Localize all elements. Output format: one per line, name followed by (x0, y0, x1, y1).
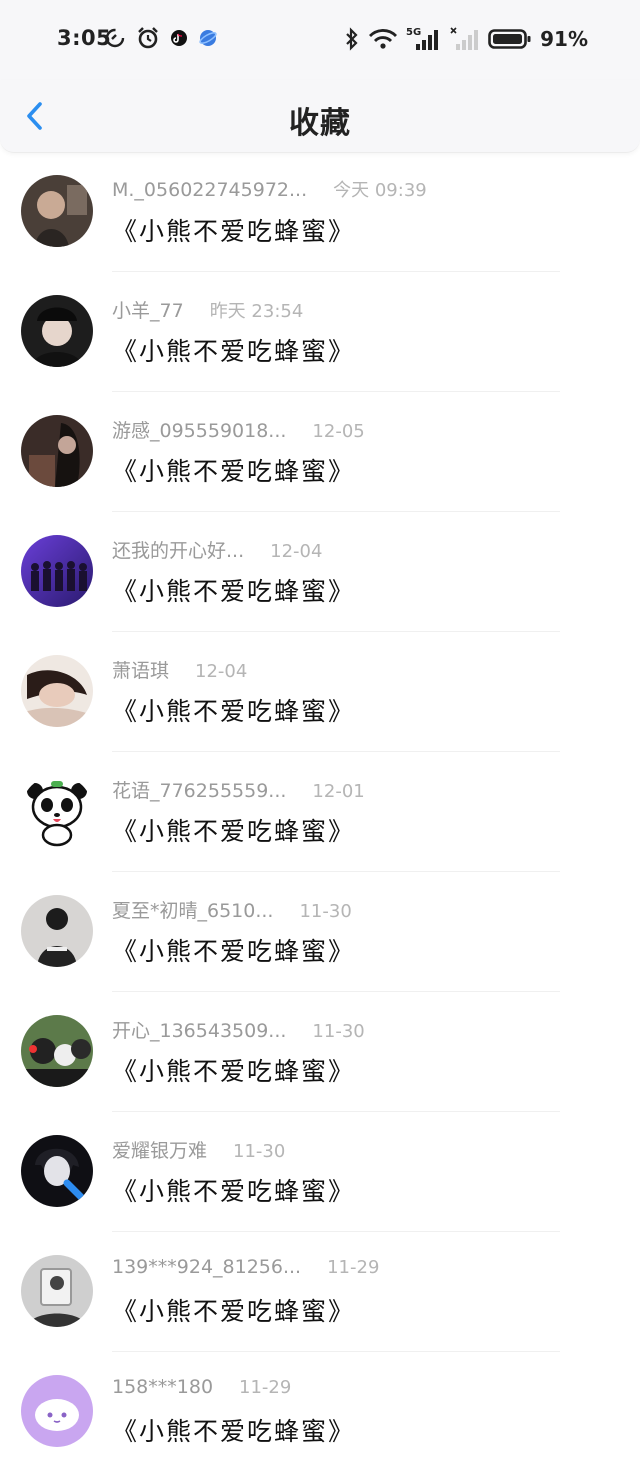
favorite-title[interactable]: 《小熊不爱吃蜂蜜》 (112, 1052, 355, 1088)
username[interactable]: 139***924_81256... (112, 1256, 301, 1278)
data-saver-icon (105, 28, 125, 48)
item-meta: 花语_776255559... 12-01 (112, 776, 365, 803)
signal-sim2-icon (450, 27, 479, 50)
username[interactable]: 还我的开心好... (112, 536, 244, 563)
status-icons-left (104, 26, 218, 50)
favorites-list: M._056022745972... 今天 09:39 《小熊不爱吃蜂蜜》 小羊… (0, 152, 640, 1472)
avatar[interactable] (21, 535, 93, 607)
avatar[interactable] (21, 1015, 93, 1087)
favorite-item[interactable]: 还我的开心好... 12-04 《小熊不爱吃蜂蜜》 (0, 512, 640, 632)
favorite-title[interactable]: 《小熊不爱吃蜂蜜》 (112, 572, 355, 608)
avatar[interactable] (21, 1135, 93, 1207)
status-icons-right: 5G 91% (344, 26, 588, 52)
timestamp: 11-30 (299, 901, 352, 922)
favorite-title[interactable]: 《小熊不爱吃蜂蜜》 (112, 452, 355, 488)
favorite-item[interactable]: 爱耀银万难 11-30 《小熊不爱吃蜂蜜》 (0, 1112, 640, 1232)
nav-header: 收藏 (0, 80, 640, 153)
favorite-title[interactable]: 《小熊不爱吃蜂蜜》 (112, 932, 355, 968)
favorite-title[interactable]: 《小熊不爱吃蜂蜜》 (112, 332, 355, 368)
avatar[interactable] (21, 895, 93, 967)
username[interactable]: 游感_095559018... (112, 416, 286, 443)
signal-5g-icon: 5G (406, 27, 439, 50)
item-meta: 还我的开心好... 12-04 (112, 536, 322, 563)
favorite-title[interactable]: 《小熊不爱吃蜂蜜》 (112, 1172, 355, 1208)
username[interactable]: 开心_136543509... (112, 1016, 286, 1043)
item-meta: 萧语琪 12-04 (112, 656, 247, 683)
username[interactable]: M._056022745972... (112, 179, 307, 201)
timestamp: 11-30 (233, 1141, 286, 1162)
username[interactable]: 萧语琪 (112, 656, 169, 683)
item-meta: 158***180 11-29 (112, 1376, 291, 1398)
timestamp: 昨天 23:54 (209, 301, 304, 322)
avatar[interactable] (21, 175, 93, 247)
favorite-item[interactable]: 游感_095559018... 12-05 《小熊不爱吃蜂蜜》 (0, 392, 640, 512)
item-meta: 游感_095559018... 12-05 (112, 416, 365, 443)
timestamp: 12-04 (195, 661, 248, 682)
wifi-icon (369, 29, 398, 49)
item-meta: 开心_136543509... 11-30 (112, 1016, 365, 1043)
network-label: 5G (406, 27, 421, 38)
bluetooth-icon (346, 27, 358, 51)
favorite-title[interactable]: 《小熊不爱吃蜂蜜》 (112, 812, 355, 848)
item-meta: M._056022745972... 今天 09:39 (112, 176, 427, 202)
favorite-title[interactable]: 《小熊不爱吃蜂蜜》 (112, 1292, 355, 1328)
status-bar: 3:05 5G 91% (0, 0, 640, 80)
username[interactable]: 小羊_77 (112, 296, 184, 323)
timestamp: 12-05 (312, 421, 365, 442)
timestamp: 11-29 (239, 1377, 292, 1398)
item-meta: 139***924_81256... 11-29 (112, 1256, 379, 1278)
username[interactable]: 花语_776255559... (112, 776, 286, 803)
timestamp: 11-29 (327, 1257, 380, 1278)
favorite-item[interactable]: 萧语琪 12-04 《小熊不爱吃蜂蜜》 (0, 632, 640, 752)
page-title: 收藏 (289, 106, 351, 141)
item-meta: 爱耀银万难 11-30 (112, 1136, 285, 1163)
favorite-title[interactable]: 《小熊不爱吃蜂蜜》 (112, 1412, 355, 1448)
favorite-item[interactable]: 开心_136543509... 11-30 《小熊不爱吃蜂蜜》 (0, 992, 640, 1112)
favorite-item[interactable]: 夏至*初晴_6510... 11-30 《小熊不爱吃蜂蜜》 (0, 872, 640, 992)
item-meta: 小羊_77 昨天 23:54 (112, 296, 303, 323)
username[interactable]: 158***180 (112, 1376, 213, 1398)
timestamp: 11-30 (312, 1021, 365, 1042)
username[interactable]: 爱耀银万难 (112, 1136, 207, 1163)
favorite-item[interactable]: 小羊_77 昨天 23:54 《小熊不爱吃蜂蜜》 (0, 272, 640, 392)
timestamp: 12-04 (270, 541, 323, 562)
favorite-title[interactable]: 《小熊不爱吃蜂蜜》 (112, 212, 355, 248)
favorite-item[interactable]: 158***180 11-29 《小熊不爱吃蜂蜜》 (0, 1352, 640, 1472)
favorite-item[interactable]: 花语_776255559... 12-01 《小熊不爱吃蜂蜜》 (0, 752, 640, 872)
favorite-item[interactable]: M._056022745972... 今天 09:39 《小熊不爱吃蜂蜜》 (0, 152, 640, 272)
item-meta: 夏至*初晴_6510... 11-30 (112, 896, 352, 923)
alarm-icon (138, 27, 158, 49)
timestamp: 12-01 (312, 781, 365, 802)
avatar[interactable] (21, 1255, 93, 1327)
avatar[interactable] (21, 1375, 93, 1447)
battery-percent: 91% (540, 27, 588, 51)
avatar[interactable] (21, 655, 93, 727)
browser-icon (199, 30, 217, 46)
tiktok-icon (171, 30, 187, 46)
avatar[interactable] (21, 775, 93, 847)
timestamp: 今天 09:39 (333, 180, 427, 201)
favorite-title[interactable]: 《小熊不爱吃蜂蜜》 (112, 692, 355, 728)
favorite-item[interactable]: 139***924_81256... 11-29 《小熊不爱吃蜂蜜》 (0, 1232, 640, 1352)
avatar[interactable] (21, 415, 93, 487)
avatar[interactable] (21, 295, 93, 367)
username[interactable]: 夏至*初晴_6510... (112, 896, 273, 923)
battery-icon (488, 29, 531, 49)
